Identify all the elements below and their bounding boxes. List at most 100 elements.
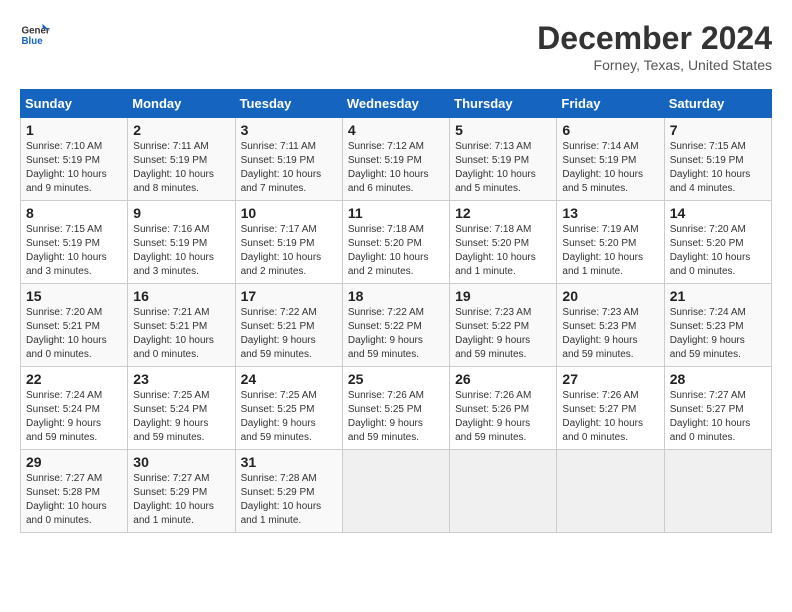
day-number: 31	[241, 454, 337, 470]
table-row: 3 Sunrise: 7:11 AMSunset: 5:19 PMDaylight…	[235, 118, 342, 201]
day-number: 25	[348, 371, 444, 387]
day-number: 4	[348, 122, 444, 138]
day-number: 18	[348, 288, 444, 304]
day-number: 8	[26, 205, 122, 221]
day-number: 2	[133, 122, 229, 138]
day-number: 22	[26, 371, 122, 387]
day-info: Sunrise: 7:18 AMSunset: 5:20 PMDaylight:…	[348, 223, 444, 279]
day-info: Sunrise: 7:15 AMSunset: 5:19 PMDaylight:…	[26, 223, 122, 279]
calendar-row: 22 Sunrise: 7:24 AMSunset: 5:24 PMDayligh…	[21, 367, 772, 450]
table-row: 16Sunrise: 7:21 AMSunset: 5:21 PMDayligh…	[128, 284, 235, 367]
day-number: 17	[241, 288, 337, 304]
day-info: Sunrise: 7:27 AMSunset: 5:29 PMDaylight:…	[133, 472, 229, 528]
table-row: 24 Sunrise: 7:25 AMSunset: 5:25 PMDayligh…	[235, 367, 342, 450]
day-info: Sunrise: 7:27 AMSunset: 5:27 PMDaylight:…	[670, 389, 766, 445]
table-row: 14 Sunrise: 7:20 AMSunset: 5:20 PMDayligh…	[664, 201, 771, 284]
col-tuesday: Tuesday	[235, 90, 342, 118]
day-number: 11	[348, 205, 444, 221]
col-monday: Monday	[128, 90, 235, 118]
day-info: Sunrise: 7:28 AMSunset: 5:29 PMDaylight:…	[241, 472, 337, 528]
day-info: Sunrise: 7:25 AMSunset: 5:25 PMDaylight:…	[241, 389, 337, 445]
table-row: 6Sunrise: 7:14 AMSunset: 5:19 PMDaylight…	[557, 118, 664, 201]
table-row: 19Sunrise: 7:23 AMSunset: 5:22 PMDayligh…	[450, 284, 557, 367]
day-info: Sunrise: 7:15 AMSunset: 5:19 PMDaylight:…	[670, 140, 766, 196]
table-row: 27 Sunrise: 7:26 AMSunset: 5:27 PMDayligh…	[557, 367, 664, 450]
calendar-row: 8 Sunrise: 7:15 AMSunset: 5:19 PMDaylight…	[21, 201, 772, 284]
table-row: 5Sunrise: 7:13 AMSunset: 5:19 PMDaylight…	[450, 118, 557, 201]
table-row: 12 Sunrise: 7:18 AMSunset: 5:20 PMDayligh…	[450, 201, 557, 284]
table-row: 10Sunrise: 7:17 AMSunset: 5:19 PMDayligh…	[235, 201, 342, 284]
day-number: 27	[562, 371, 658, 387]
table-row: 25 Sunrise: 7:26 AMSunset: 5:25 PMDayligh…	[342, 367, 449, 450]
day-info: Sunrise: 7:22 AMSunset: 5:21 PMDaylight:…	[241, 306, 337, 362]
table-row	[664, 450, 771, 533]
table-row: 28 Sunrise: 7:27 AMSunset: 5:27 PMDayligh…	[664, 367, 771, 450]
col-thursday: Thursday	[450, 90, 557, 118]
table-row: 4Sunrise: 7:12 AMSunset: 5:19 PMDaylight…	[342, 118, 449, 201]
location: Forney, Texas, United States	[537, 57, 772, 73]
day-number: 30	[133, 454, 229, 470]
day-number: 28	[670, 371, 766, 387]
day-number: 12	[455, 205, 551, 221]
day-info: Sunrise: 7:16 AMSunset: 5:19 PMDaylight:…	[133, 223, 229, 279]
table-row	[450, 450, 557, 533]
day-info: Sunrise: 7:20 AMSunset: 5:21 PMDaylight:…	[26, 306, 122, 362]
header-row: Sunday Monday Tuesday Wednesday Thursday…	[21, 90, 772, 118]
table-row	[557, 450, 664, 533]
day-number: 23	[133, 371, 229, 387]
title-block: December 2024 Forney, Texas, United Stat…	[537, 20, 772, 73]
table-row: 1 Sunrise: 7:10 AMSunset: 5:19 PMDaylight…	[21, 118, 128, 201]
table-row: 30 Sunrise: 7:27 AMSunset: 5:29 PMDayligh…	[128, 450, 235, 533]
day-number: 14	[670, 205, 766, 221]
table-row: 20 Sunrise: 7:23 AMSunset: 5:23 PMDayligh…	[557, 284, 664, 367]
day-info: Sunrise: 7:20 AMSunset: 5:20 PMDaylight:…	[670, 223, 766, 279]
calendar-table: Sunday Monday Tuesday Wednesday Thursday…	[20, 89, 772, 533]
table-row: 21 Sunrise: 7:24 AMSunset: 5:23 PMDayligh…	[664, 284, 771, 367]
logo-icon: General Blue	[20, 20, 50, 50]
day-number: 7	[670, 122, 766, 138]
table-row: 9 Sunrise: 7:16 AMSunset: 5:19 PMDaylight…	[128, 201, 235, 284]
table-row: 7 Sunrise: 7:15 AMSunset: 5:19 PMDaylight…	[664, 118, 771, 201]
table-row: 23 Sunrise: 7:25 AMSunset: 5:24 PMDayligh…	[128, 367, 235, 450]
day-number: 15	[26, 288, 122, 304]
page-header: General Blue December 2024 Forney, Texas…	[20, 20, 772, 73]
day-info: Sunrise: 7:23 AMSunset: 5:22 PMDaylight:…	[455, 306, 551, 362]
logo: General Blue	[20, 20, 50, 50]
day-number: 16	[133, 288, 229, 304]
col-sunday: Sunday	[21, 90, 128, 118]
col-wednesday: Wednesday	[342, 90, 449, 118]
day-number: 9	[133, 205, 229, 221]
day-info: Sunrise: 7:26 AMSunset: 5:25 PMDaylight:…	[348, 389, 444, 445]
day-info: Sunrise: 7:13 AMSunset: 5:19 PMDaylight:…	[455, 140, 551, 196]
calendar-row: 15 Sunrise: 7:20 AMSunset: 5:21 PMDayligh…	[21, 284, 772, 367]
day-number: 3	[241, 122, 337, 138]
table-row: 15 Sunrise: 7:20 AMSunset: 5:21 PMDayligh…	[21, 284, 128, 367]
day-number: 26	[455, 371, 551, 387]
table-row: 8 Sunrise: 7:15 AMSunset: 5:19 PMDaylight…	[21, 201, 128, 284]
day-number: 24	[241, 371, 337, 387]
day-info: Sunrise: 7:24 AMSunset: 5:23 PMDaylight:…	[670, 306, 766, 362]
day-info: Sunrise: 7:19 AMSunset: 5:20 PMDaylight:…	[562, 223, 658, 279]
day-number: 20	[562, 288, 658, 304]
calendar-row: 1 Sunrise: 7:10 AMSunset: 5:19 PMDaylight…	[21, 118, 772, 201]
day-info: Sunrise: 7:18 AMSunset: 5:20 PMDaylight:…	[455, 223, 551, 279]
day-info: Sunrise: 7:23 AMSunset: 5:23 PMDaylight:…	[562, 306, 658, 362]
day-number: 6	[562, 122, 658, 138]
col-saturday: Saturday	[664, 90, 771, 118]
day-info: Sunrise: 7:25 AMSunset: 5:24 PMDaylight:…	[133, 389, 229, 445]
day-info: Sunrise: 7:22 AMSunset: 5:22 PMDaylight:…	[348, 306, 444, 362]
day-info: Sunrise: 7:11 AMSunset: 5:19 PMDaylight:…	[241, 140, 337, 196]
day-info: Sunrise: 7:27 AMSunset: 5:28 PMDaylight:…	[26, 472, 122, 528]
day-number: 1	[26, 122, 122, 138]
day-info: Sunrise: 7:17 AMSunset: 5:19 PMDaylight:…	[241, 223, 337, 279]
day-info: Sunrise: 7:26 AMSunset: 5:27 PMDaylight:…	[562, 389, 658, 445]
day-info: Sunrise: 7:26 AMSunset: 5:26 PMDaylight:…	[455, 389, 551, 445]
calendar-row: 29Sunrise: 7:27 AMSunset: 5:28 PMDayligh…	[21, 450, 772, 533]
table-row: 29Sunrise: 7:27 AMSunset: 5:28 PMDayligh…	[21, 450, 128, 533]
table-row: 17 Sunrise: 7:22 AMSunset: 5:21 PMDayligh…	[235, 284, 342, 367]
col-friday: Friday	[557, 90, 664, 118]
table-row: 11 Sunrise: 7:18 AMSunset: 5:20 PMDayligh…	[342, 201, 449, 284]
day-info: Sunrise: 7:24 AMSunset: 5:24 PMDaylight:…	[26, 389, 122, 445]
day-info: Sunrise: 7:10 AMSunset: 5:19 PMDaylight:…	[26, 140, 122, 196]
day-number: 21	[670, 288, 766, 304]
